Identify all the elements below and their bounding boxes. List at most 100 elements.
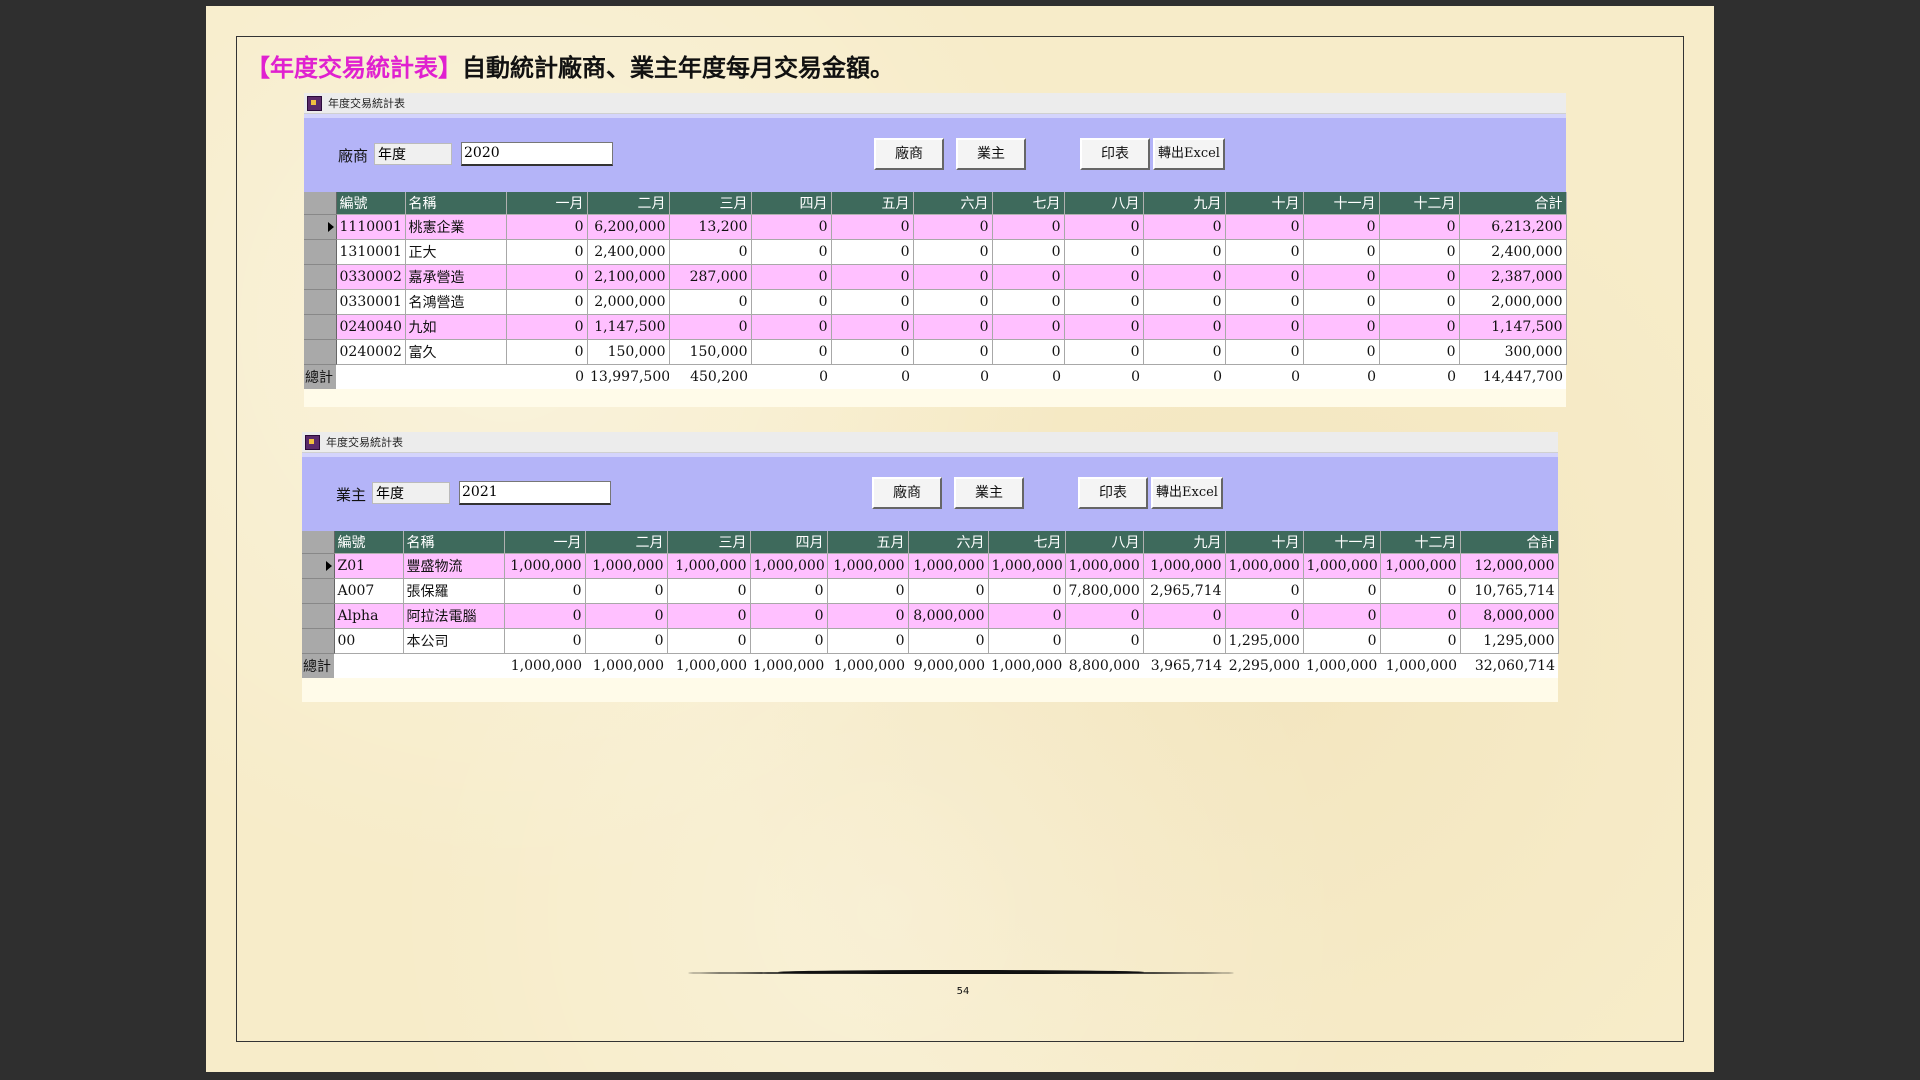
column-header[interactable]: 二月 [585, 531, 668, 554]
table-cell[interactable]: 桃憲企業 [405, 214, 507, 240]
table-cell[interactable]: 本公司 [403, 628, 505, 654]
table-cell[interactable]: 0 [988, 578, 1066, 604]
table-cell[interactable]: 0 [750, 578, 828, 604]
table-cell[interactable]: 九如 [405, 314, 507, 340]
table-cell[interactable]: 12,000,000 [1460, 553, 1559, 579]
table-cell[interactable]: 8,000,000 [1460, 603, 1559, 629]
table-cell[interactable]: 0 [585, 603, 668, 629]
table-cell[interactable]: 0 [1143, 214, 1226, 240]
table-cell[interactable]: 2,000,000 [587, 289, 670, 315]
column-header[interactable]: 編號 [336, 192, 406, 215]
table-cell[interactable]: 0 [988, 628, 1066, 654]
table-cell[interactable]: 0 [908, 578, 989, 604]
table-cell[interactable]: 00 [334, 628, 404, 654]
table-cell[interactable]: 1,000,000 [1143, 553, 1226, 579]
table-cell[interactable]: 0 [1143, 314, 1226, 340]
table-cell[interactable]: 名鴻營造 [405, 289, 507, 315]
table-cell[interactable]: 0 [750, 603, 828, 629]
row-selector[interactable] [304, 314, 337, 340]
owner-button[interactable]: 業主 [954, 477, 1024, 509]
row-selector[interactable] [304, 214, 337, 240]
table-cell[interactable]: 0 [1303, 314, 1380, 340]
table-cell[interactable]: 1,000,000 [1225, 553, 1304, 579]
column-header[interactable]: 五月 [831, 192, 914, 215]
table-row[interactable]: Alpha 阿拉法電腦 0 0 0 0 0 8,000,000 0 0 0 0 0 0 8,000,000 [302, 603, 1559, 629]
table-cell[interactable]: 2,965,714 [1143, 578, 1226, 604]
table-cell[interactable]: 2,100,000 [587, 264, 670, 290]
table-cell[interactable]: 1,000,000 [750, 553, 828, 579]
column-header[interactable]: 合計 [1459, 192, 1567, 215]
table-cell[interactable]: 1,147,500 [587, 314, 670, 340]
row-selector[interactable] [304, 339, 337, 365]
table-cell[interactable]: 正大 [405, 239, 507, 265]
column-header[interactable]: 十二月 [1379, 192, 1460, 215]
table-cell[interactable]: 0 [1143, 603, 1226, 629]
table-cell[interactable]: 0 [992, 264, 1065, 290]
table-cell[interactable]: 0 [988, 603, 1066, 629]
table-cell[interactable]: 1,147,500 [1459, 314, 1567, 340]
column-header[interactable]: 三月 [669, 192, 752, 215]
table-cell[interactable]: 0 [1379, 314, 1460, 340]
table-cell[interactable]: 150,000 [587, 339, 670, 365]
table-cell[interactable]: 0 [751, 214, 832, 240]
column-header[interactable]: 八月 [1064, 192, 1144, 215]
table-row[interactable]: 1310001 正大 0 2,400,000 0 0 0 0 0 0 0 0 0 0 2,400,000 [304, 239, 1567, 265]
row-selector[interactable] [304, 239, 337, 265]
table-cell[interactable]: 0 [1303, 239, 1380, 265]
print-button[interactable]: 印表 [1078, 477, 1148, 509]
row-selector[interactable] [302, 578, 335, 604]
table-cell[interactable]: 0 [1303, 339, 1380, 365]
table-cell[interactable]: 1110001 [336, 214, 406, 240]
table-cell[interactable]: 0 [1379, 289, 1460, 315]
column-header[interactable]: 七月 [988, 531, 1066, 554]
period-select[interactable]: 年度 [372, 482, 450, 504]
table-cell[interactable]: 0 [831, 264, 914, 290]
table-cell[interactable]: 1,000,000 [667, 553, 751, 579]
table-cell[interactable]: 0 [827, 578, 909, 604]
table-cell[interactable]: 豐盛物流 [403, 553, 505, 579]
table-cell[interactable]: 張保羅 [403, 578, 505, 604]
column-header[interactable]: 七月 [992, 192, 1065, 215]
table-cell[interactable]: 0 [585, 628, 668, 654]
column-header[interactable]: 四月 [751, 192, 832, 215]
table-cell[interactable]: 0 [1380, 578, 1461, 604]
table-cell[interactable]: 1,000,000 [1303, 553, 1381, 579]
column-header[interactable]: 五月 [827, 531, 909, 554]
vendor-button[interactable]: 廠商 [874, 138, 944, 170]
table-cell[interactable]: 0 [585, 578, 668, 604]
table-cell[interactable]: 1,000,000 [504, 553, 586, 579]
table-cell[interactable]: 0 [1064, 314, 1144, 340]
table-cell[interactable]: 0 [751, 264, 832, 290]
table-cell[interactable]: 0 [1379, 339, 1460, 365]
table-cell[interactable]: 0 [913, 314, 993, 340]
table-cell[interactable]: 0 [1379, 214, 1460, 240]
table-cell[interactable]: 0 [1064, 239, 1144, 265]
table-cell[interactable]: 0 [992, 289, 1065, 315]
table-cell[interactable]: 0 [831, 289, 914, 315]
table-row[interactable]: 1110001 桃憲企業 0 6,200,000 13,200 0 0 0 0 0 0 0 0 0 6,21… [304, 214, 1567, 240]
table-cell[interactable]: A007 [334, 578, 404, 604]
table-cell[interactable]: 0 [913, 339, 993, 365]
column-header[interactable]: 一月 [504, 531, 586, 554]
column-header[interactable]: 四月 [750, 531, 828, 554]
table-cell[interactable]: 0 [1303, 628, 1381, 654]
table-cell[interactable]: 0 [1225, 314, 1304, 340]
export-excel-button[interactable]: 轉出Excel [1153, 138, 1225, 170]
table-cell[interactable]: 8,000,000 [908, 603, 989, 629]
row-indicator-header[interactable] [302, 531, 335, 554]
table-cell[interactable]: 1,295,000 [1460, 628, 1559, 654]
table-cell[interactable]: 0 [751, 314, 832, 340]
year-input[interactable]: 2021 [459, 481, 611, 505]
table-cell[interactable]: 0 [913, 264, 993, 290]
table-cell[interactable]: 0 [1380, 628, 1461, 654]
table-cell[interactable]: 7,800,000 [1065, 578, 1144, 604]
table-cell[interactable]: 0 [506, 314, 588, 340]
column-header[interactable]: 三月 [667, 531, 751, 554]
table-cell[interactable]: 0 [992, 339, 1065, 365]
table-cell[interactable]: 0 [506, 264, 588, 290]
table-cell[interactable]: 0 [1379, 264, 1460, 290]
table-cell[interactable]: 1,295,000 [1225, 628, 1304, 654]
table-cell[interactable]: 0 [913, 289, 993, 315]
table-cell[interactable]: 0 [1303, 264, 1380, 290]
row-indicator-header[interactable] [304, 192, 337, 215]
